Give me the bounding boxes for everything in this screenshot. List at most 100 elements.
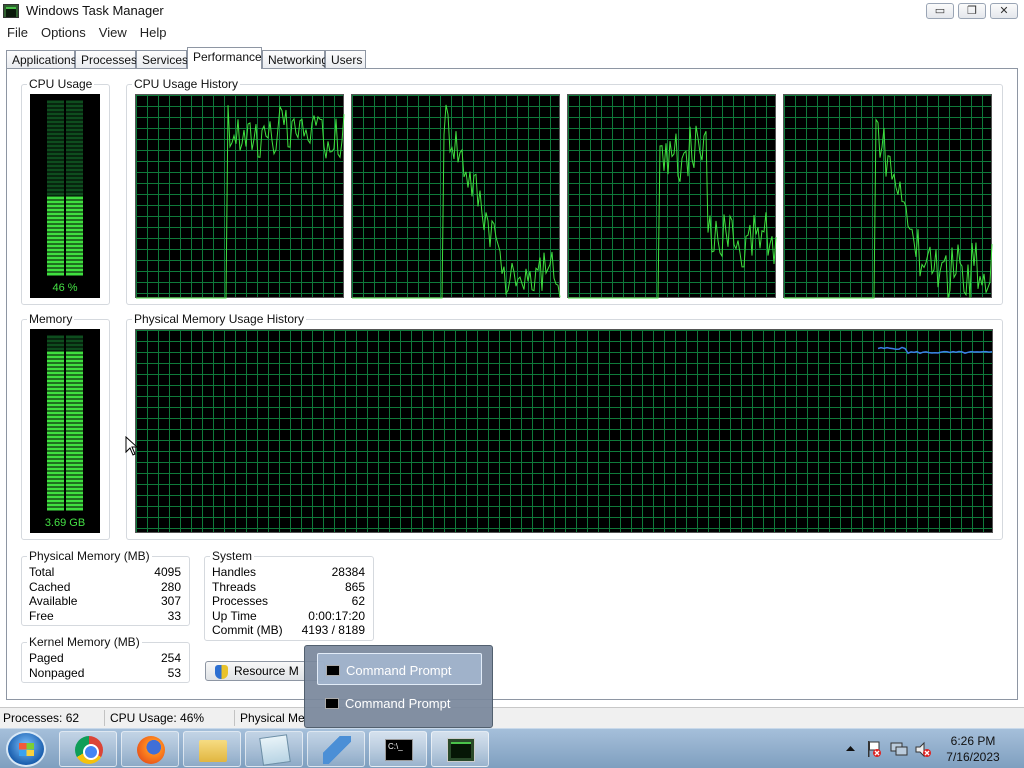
cpu-meter-segment [47,260,64,264]
cpu-meter-segment [66,212,83,216]
cpu-meter-segment [47,256,64,260]
cpu-meter-segment [66,240,83,244]
taskbar-clock[interactable]: 6:26 PM 7/16/2023 [935,733,1011,765]
memory-meter-segment [47,399,64,403]
stat-value: 33 [167,609,181,623]
memory-meter-segment [66,447,83,451]
memory-meter-segment [47,403,64,407]
memory-meter-segment [47,431,64,435]
taskbar-firefox[interactable] [121,731,179,767]
tab-services[interactable]: Services [136,50,188,69]
memory-meter-segment [66,367,83,371]
memory-meter-segment [47,395,64,399]
stat-value: 254 [160,651,181,665]
memory-meter-segment [66,351,83,355]
memory-meter-segment [47,467,64,471]
stat-row: Handles 28384 [212,565,365,580]
memory-meter-bars [47,335,83,511]
memory-meter-segment [66,431,83,435]
command-prompt-icon [325,698,339,709]
memory-meter-segment [47,335,64,339]
tab-networking[interactable]: Networking [262,50,328,69]
taskbar-chrome[interactable] [59,731,117,767]
volume-muted-icon[interactable] [914,741,932,758]
tab-performance[interactable]: Performance [187,47,262,69]
cpu-meter-segment [66,252,83,256]
action-center-flag-icon[interactable] [866,740,882,758]
memory-meter-segment [47,427,64,431]
cpu-meter-segment [47,244,64,248]
command-prompt-window-2[interactable]: Command Prompt [317,687,482,719]
cpu-history-label: CPU Usage History [132,77,241,91]
cpu-meter-segment [66,272,83,276]
cpu-meter-segment [47,176,64,180]
cpu-meter-segment [66,208,83,212]
cpu-meter-segment [66,184,83,188]
memory-meter-segment [66,491,83,495]
cpu-meter-segment [47,168,64,172]
cpu-meter-segment [66,260,83,264]
memory-meter-segment [47,455,64,459]
tab-processes[interactable]: Processes [75,50,137,69]
maximize-button[interactable]: ❐ [958,3,986,19]
cpu-meter-segment [47,108,64,112]
memory-meter-segment [47,459,64,463]
cpu-meter-segment [47,192,64,196]
cpu-meter-segment [66,224,83,228]
command-prompt-window-1[interactable]: Command Prompt [317,653,482,685]
taskbar-command-prompt[interactable]: C:\_ [369,731,427,767]
menu-view[interactable]: View [92,22,133,40]
memory-meter-segment [66,395,83,399]
menu-help[interactable]: Help [133,22,173,40]
stat-value: 865 [344,580,365,594]
cpu-meter-segment [47,132,64,136]
cpu-meter-segment [66,160,83,164]
memory-meter-segment [66,507,83,511]
resource-monitor-label: Resource M [234,664,299,678]
memory-meter-segment [47,355,64,359]
memory-meter-segment [66,479,83,483]
cpu-meter-segment [66,132,83,136]
tab-users[interactable]: Users [325,50,366,69]
memory-meter-segment [66,363,83,367]
cpu-meter-segment [47,212,64,216]
memory-meter-segment [66,423,83,427]
minimize-button[interactable]: ▭ [926,3,954,19]
title-bar[interactable]: Windows Task Manager ▭ ❐ ✕ [0,0,1024,22]
taskbar-notepad[interactable] [245,731,303,767]
memory-meter-segment [47,443,64,447]
cpu-meter-segment [66,148,83,152]
memory-meter-segment [66,379,83,383]
kernel-memory-stats: Paged 254 Nonpaged 53 [29,651,181,681]
memory-meter-segment [66,471,83,475]
stat-key: Handles [212,565,257,579]
status-separator [104,710,105,726]
network-icon[interactable] [890,741,908,758]
close-button[interactable]: ✕ [990,3,1018,19]
stat-row: Commit (MB) 4193 / 8189 [212,623,365,638]
cpu-meter-segment [47,204,64,208]
menu-file[interactable]: File [0,22,34,40]
start-button[interactable] [6,731,46,767]
memory-history-label: Physical Memory Usage History [132,312,307,326]
taskbar-visual-studio[interactable] [307,731,365,767]
tab-applications[interactable]: Applications [6,50,77,69]
memory-meter-segment [66,487,83,491]
taskbar-task-manager[interactable] [431,731,489,767]
cpu-meter-segment [47,124,64,128]
show-hidden-icons-icon[interactable] [846,745,855,752]
memory-meter-segment [66,451,83,455]
cpu-meter-segment [66,112,83,116]
memory-meter-segment [66,455,83,459]
stat-key: Paged [29,651,64,665]
clock-date: 7/16/2023 [946,750,1000,764]
menu-options[interactable]: Options [34,22,92,40]
taskbar-explorer[interactable] [183,731,241,767]
cpu-meter-segment [66,232,83,236]
memory-meter-segment [47,347,64,351]
stat-value: 62 [351,594,365,608]
cpu-meter-segment [47,100,64,104]
cpu-meter-segment [47,136,64,140]
cpu-meter-segment [66,204,83,208]
cpu-meter-segment [66,140,83,144]
